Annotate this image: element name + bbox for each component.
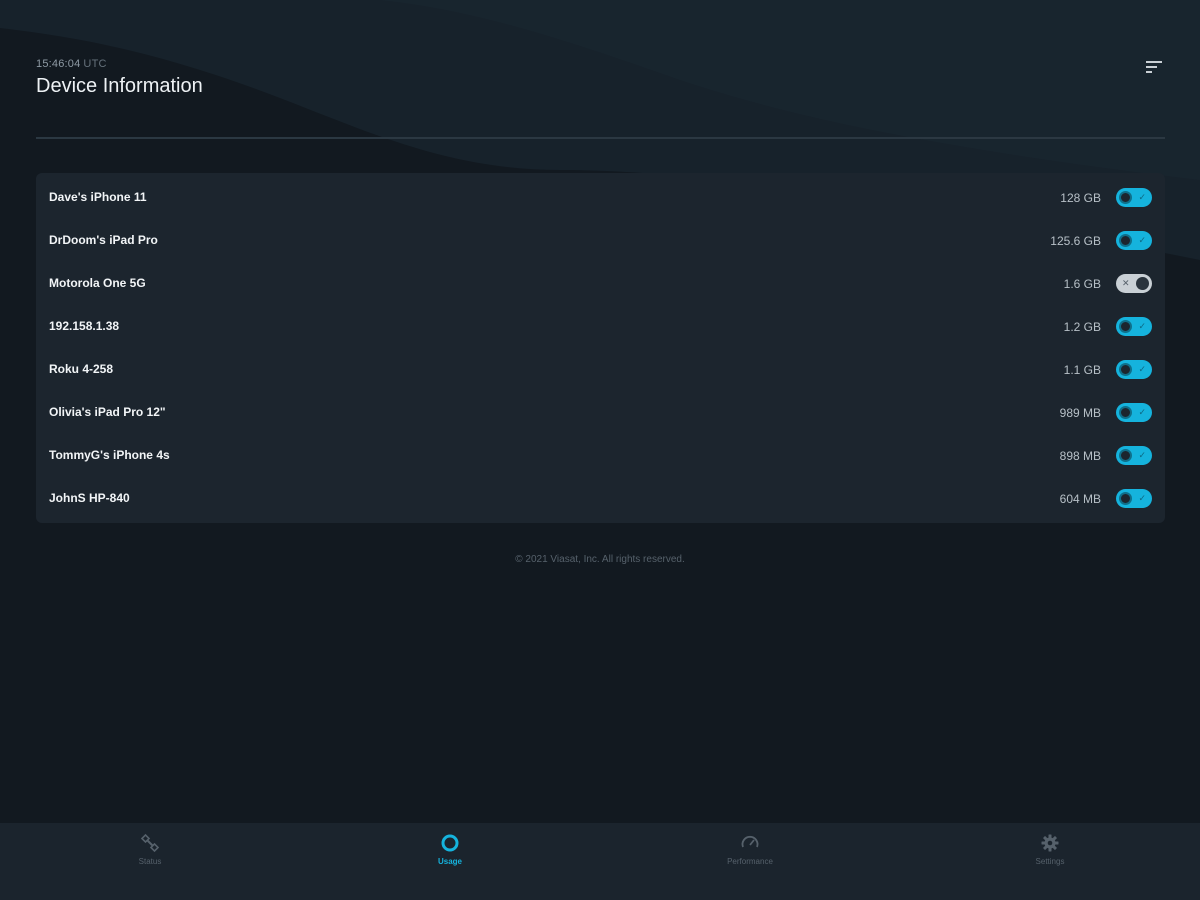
nav-tab-settings[interactable]: Settings [990,833,1110,866]
toggle-knob [1119,191,1132,204]
check-icon: ✓ [1138,235,1146,245]
nav-tab-performance[interactable]: Performance [690,833,810,866]
usage-ring-icon [441,834,459,852]
toggle-knob [1119,234,1132,247]
page-title: Device Information [36,75,203,97]
device-access-toggle[interactable]: ✓ [1116,188,1152,207]
check-icon: ✓ [1138,192,1146,202]
bottom-nav: Status Usage Performance Settings [0,823,1200,900]
device-name: Dave's iPhone 11 [49,190,147,204]
toggle-knob [1136,277,1149,290]
device-usage: 1.6 GB [1063,277,1101,291]
toggle-knob [1119,406,1132,419]
device-access-toggle[interactable]: ✓ [1116,489,1152,508]
page-header: 15:46:04 UTC Device Information [36,58,203,98]
device-row: JohnS HP-840 604 MB ✓ [36,477,1165,520]
clock: 15:46:04 UTC [36,58,203,70]
filter-button[interactable] [1143,58,1165,76]
device-usage: 898 MB [1059,449,1101,463]
device-name: Motorola One 5G [49,276,146,290]
device-access-toggle[interactable]: ✓ [1116,403,1152,422]
device-list: Dave's iPhone 11 128 GB ✓ DrDoom's iPad … [36,173,1165,523]
device-row: Dave's iPhone 11 128 GB ✓ [36,176,1165,219]
toggle-knob [1119,492,1132,505]
check-icon: ✓ [1138,450,1146,460]
device-name: TommyG's iPhone 4s [49,448,170,462]
nav-label-status: Status [138,857,162,866]
toggle-knob [1119,320,1132,333]
check-icon: ✓ [1138,364,1146,374]
device-row: Olivia's iPad Pro 12" 989 MB ✓ [36,391,1165,434]
header-divider [36,137,1165,139]
device-row: 192.158.1.38 1.2 GB ✓ [36,305,1165,348]
device-access-toggle[interactable]: ✓ [1116,231,1152,250]
check-icon: ✓ [1138,407,1146,417]
toggle-knob [1119,363,1132,376]
nav-label-usage: Usage [437,857,462,866]
clock-timezone: UTC [83,58,107,70]
filter-lines-icon [1146,61,1162,73]
device-access-toggle[interactable]: ✓ [1116,446,1152,465]
copyright-text: © 2021 Viasat, Inc. All rights reserved. [515,554,685,565]
gear-icon [1041,834,1059,852]
device-name: JohnS HP-840 [49,491,130,505]
device-row: TommyG's iPhone 4s 898 MB ✓ [36,434,1165,477]
device-row: DrDoom's iPad Pro 125.6 GB ✓ [36,219,1165,262]
nav-tab-usage[interactable]: Usage [390,833,510,866]
device-usage: 1.1 GB [1063,363,1101,377]
device-name: DrDoom's iPad Pro [49,233,158,247]
check-icon: ✓ [1138,321,1146,331]
device-usage: 604 MB [1059,492,1101,506]
device-name: 192.158.1.38 [49,319,120,333]
nav-label-performance: Performance [727,857,773,866]
device-access-toggle[interactable]: ✕ [1116,274,1152,293]
device-usage: 128 GB [1060,191,1101,205]
device-name: Olivia's iPad Pro 12" [49,405,166,419]
device-access-toggle[interactable]: ✓ [1116,360,1152,379]
device-usage: 989 MB [1059,406,1101,420]
nav-tab-status[interactable]: Status [90,833,210,866]
x-icon: ✕ [1122,278,1130,288]
device-name: Roku 4-258 [49,362,114,376]
check-icon: ✓ [1138,493,1146,503]
nav-label-settings: Settings [1035,857,1065,866]
device-usage: 1.2 GB [1063,320,1101,334]
device-row: Roku 4-258 1.1 GB ✓ [36,348,1165,391]
speedometer-icon [741,835,759,848]
device-usage: 125.6 GB [1050,234,1101,248]
toggle-knob [1119,449,1132,462]
device-row: Motorola One 5G 1.6 GB ✕ [36,262,1165,305]
satellite-icon [140,833,160,853]
device-access-toggle[interactable]: ✓ [1116,317,1152,336]
clock-time: 15:46:04 [36,58,81,70]
